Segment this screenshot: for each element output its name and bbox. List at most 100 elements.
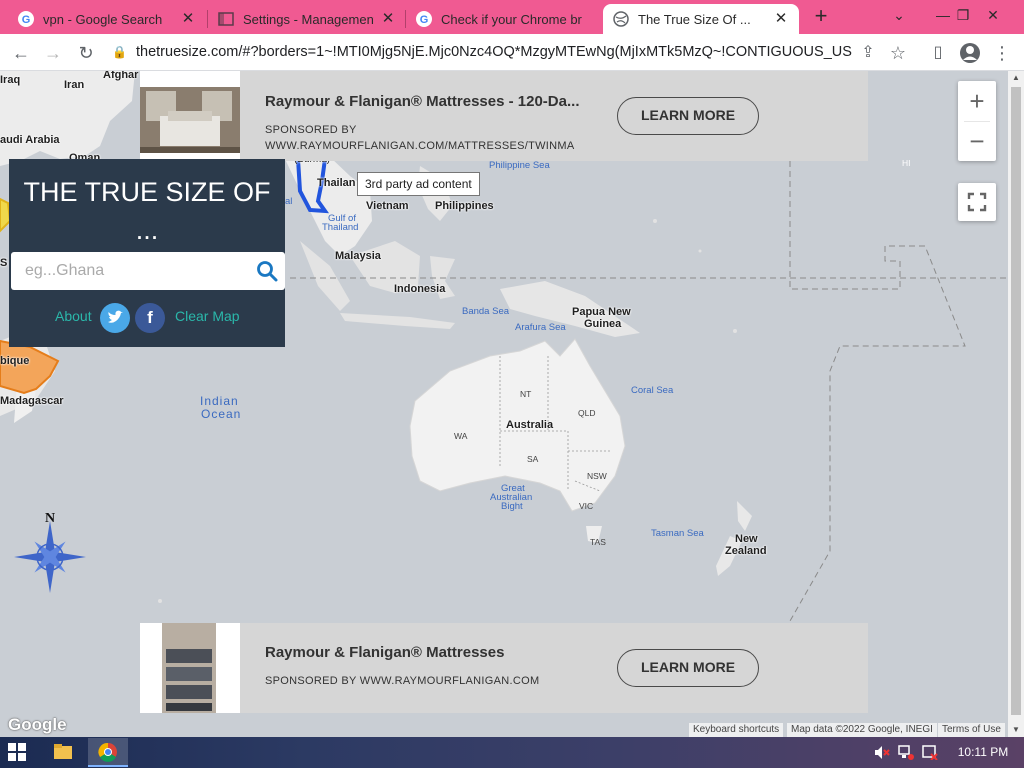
svg-text:G: G bbox=[420, 14, 429, 26]
ad-sponsor-label: SPONSORED BY bbox=[265, 124, 357, 136]
state-label-nt: NT bbox=[520, 389, 532, 399]
country-label-philippines: Philippines bbox=[435, 200, 494, 212]
sea-label-coral: Coral Sea bbox=[631, 385, 674, 396]
page-scrollbar[interactable]: ▲ ▼ bbox=[1008, 71, 1024, 737]
zoom-out-button[interactable]: − bbox=[958, 121, 996, 161]
network-icon[interactable] bbox=[898, 745, 914, 760]
panel-links: About f Clear Map bbox=[9, 303, 285, 333]
top-ad-banner[interactable]: Raymour & Flanigan® Mattresses - 120-Da.… bbox=[140, 71, 868, 161]
action-center-icon[interactable] bbox=[922, 745, 938, 760]
tab-settings-management[interactable]: Settings - Management ✕ bbox=[208, 4, 406, 34]
settings-page-icon bbox=[218, 12, 234, 26]
state-label-hi: HI bbox=[902, 158, 911, 168]
scroll-down-icon[interactable]: ▼ bbox=[1008, 723, 1024, 737]
scroll-thumb[interactable] bbox=[1011, 87, 1021, 715]
close-icon[interactable]: ✕ bbox=[380, 11, 396, 27]
ad-headline[interactable]: Raymour & Flanigan® Mattresses bbox=[265, 644, 504, 661]
sea-label-gulf-thailand-2: Thailand bbox=[322, 222, 359, 233]
country-label-australia: Australia bbox=[506, 419, 554, 431]
address-bar[interactable]: 🔒 thetruesize.com/#?borders=1~!MTI0Mjg5Nj… bbox=[112, 37, 852, 67]
twitter-icon[interactable] bbox=[100, 303, 130, 333]
about-link[interactable]: About bbox=[55, 308, 92, 324]
google-icon: G bbox=[18, 11, 34, 27]
search-icon[interactable] bbox=[255, 259, 279, 283]
forward-icon[interactable]: → bbox=[40, 40, 66, 66]
panel-title-line1: THE TRUE SIZE OF bbox=[23, 177, 271, 207]
tab-search-icon[interactable]: ⌄ bbox=[882, 0, 916, 30]
back-icon[interactable]: ← bbox=[8, 40, 34, 66]
reload-icon[interactable]: ↻ bbox=[73, 40, 99, 66]
country-label-papua-new-guinea-2: Guinea bbox=[584, 318, 622, 330]
ocean-label-indian-2: Ocean bbox=[201, 407, 242, 421]
panel-title: THE TRUE SIZE OF ... bbox=[9, 173, 285, 249]
state-label-vic: VIC bbox=[579, 501, 594, 511]
google-icon: G bbox=[416, 11, 432, 27]
close-icon[interactable]: ✕ bbox=[180, 11, 196, 27]
state-label-tas: TAS bbox=[590, 537, 606, 547]
chrome-taskbar-icon[interactable] bbox=[88, 738, 128, 767]
browser-toolbar: ← → ↻ 🔒 thetruesize.com/#?borders=1~!MTI0… bbox=[0, 34, 1024, 71]
state-label-sa: SA bbox=[527, 454, 539, 464]
learn-more-button[interactable]: LEARN MORE bbox=[617, 649, 759, 687]
globe-icon bbox=[613, 11, 629, 27]
close-icon[interactable]: ✕ bbox=[773, 11, 789, 27]
file-explorer-icon[interactable] bbox=[43, 738, 83, 767]
new-tab-button[interactable]: + bbox=[810, 5, 832, 28]
tab-chrome-check[interactable]: G Check if your Chrome br bbox=[406, 4, 604, 34]
country-label-saudi-arabia: audi Arabia bbox=[0, 134, 60, 146]
tab-strip: G vpn - Google Search ✕ Settings - Manag… bbox=[0, 0, 1024, 34]
tab-true-size[interactable]: The True Size Of ... ✕ bbox=[603, 4, 799, 34]
sea-label-tasman: Tasman Sea bbox=[651, 528, 704, 539]
ad-mattress-image bbox=[140, 623, 240, 713]
country-label-thailand: Thailan bbox=[317, 177, 356, 189]
country-label-mozambique: bique bbox=[0, 355, 30, 367]
ad-sponsor-url[interactable]: WWW.RAYMOURFLANIGAN.COM/MATTRESSES/TWINM… bbox=[265, 140, 575, 152]
window-close-icon[interactable]: ✕ bbox=[976, 0, 1010, 30]
scroll-up-icon[interactable]: ▲ bbox=[1008, 71, 1024, 85]
true-size-panel: THE TRUE SIZE OF ... About f Clear Map bbox=[9, 159, 285, 347]
tab-title: The True Size Of ... bbox=[638, 11, 751, 27]
ad-tooltip: 3rd party ad content bbox=[357, 172, 480, 196]
lock-icon: 🔒 bbox=[112, 45, 127, 59]
clear-map-link[interactable]: Clear Map bbox=[175, 308, 240, 324]
ad-bedroom-image bbox=[140, 71, 240, 161]
restore-icon[interactable]: ❐ bbox=[946, 0, 980, 30]
share-icon[interactable]: ⇪ bbox=[855, 40, 881, 66]
terms-of-use-link[interactable]: Terms of Use bbox=[938, 723, 1005, 737]
state-label-nsw: NSW bbox=[587, 471, 607, 481]
ad-headline[interactable]: Raymour & Flanigan® Mattresses - 120-Da.… bbox=[265, 93, 579, 110]
zoom-in-button[interactable]: + bbox=[958, 81, 996, 121]
country-search-input[interactable] bbox=[11, 252, 241, 290]
tab-title: vpn - Google Search bbox=[43, 11, 163, 27]
map-data-attribution: Map data ©2022 Google, INEGI bbox=[787, 723, 937, 737]
learn-more-button[interactable]: LEARN MORE bbox=[617, 97, 759, 135]
country-label-indonesia: Indonesia bbox=[394, 283, 446, 295]
country-label-so: S bbox=[0, 257, 8, 269]
fullscreen-button[interactable] bbox=[958, 183, 996, 221]
volume-muted-icon[interactable] bbox=[874, 745, 890, 760]
country-label-malaysia: Malaysia bbox=[335, 250, 381, 262]
side-panel-icon[interactable]: ▯ bbox=[925, 40, 951, 66]
keyboard-shortcuts-link[interactable]: Keyboard shortcuts bbox=[689, 723, 784, 737]
zoom-control: + − bbox=[958, 81, 996, 161]
compass-n-label: N bbox=[45, 511, 55, 526]
profile-avatar-icon[interactable] bbox=[957, 40, 983, 66]
bookmark-star-icon[interactable]: ☆ bbox=[885, 40, 911, 66]
country-label-afghanistan: Afghar bbox=[103, 71, 139, 81]
country-label-papua-new-guinea-1: Papua New bbox=[572, 306, 631, 318]
taskbar-clock[interactable]: 10:11 PM bbox=[953, 737, 1013, 768]
tab-title: Check if your Chrome br bbox=[441, 11, 582, 27]
windows-start-icon[interactable] bbox=[8, 743, 26, 761]
tab-vpn-search[interactable]: G vpn - Google Search ✕ bbox=[8, 4, 206, 34]
zoom-divider bbox=[964, 121, 990, 122]
facebook-icon[interactable]: f bbox=[135, 303, 165, 333]
sea-label-great-australian-bight-3: Bight bbox=[501, 501, 523, 512]
country-search-box bbox=[11, 252, 285, 290]
url-text: thetruesize.com/#?borders=1~!MTI0Mjg5NjE… bbox=[136, 44, 852, 60]
ad-sponsor-url[interactable]: SPONSORED BY WWW.RAYMOURFLANIGAN.COM bbox=[265, 675, 539, 687]
state-label-wa: WA bbox=[454, 431, 468, 441]
compass-rose-icon[interactable]: N bbox=[10, 509, 90, 597]
bottom-ad-banner[interactable]: Raymour & Flanigan® Mattresses SPONSORED… bbox=[140, 623, 868, 713]
menu-kebab-icon[interactable]: ⋮ bbox=[989, 40, 1015, 66]
sea-label-partial: al bbox=[285, 196, 293, 207]
